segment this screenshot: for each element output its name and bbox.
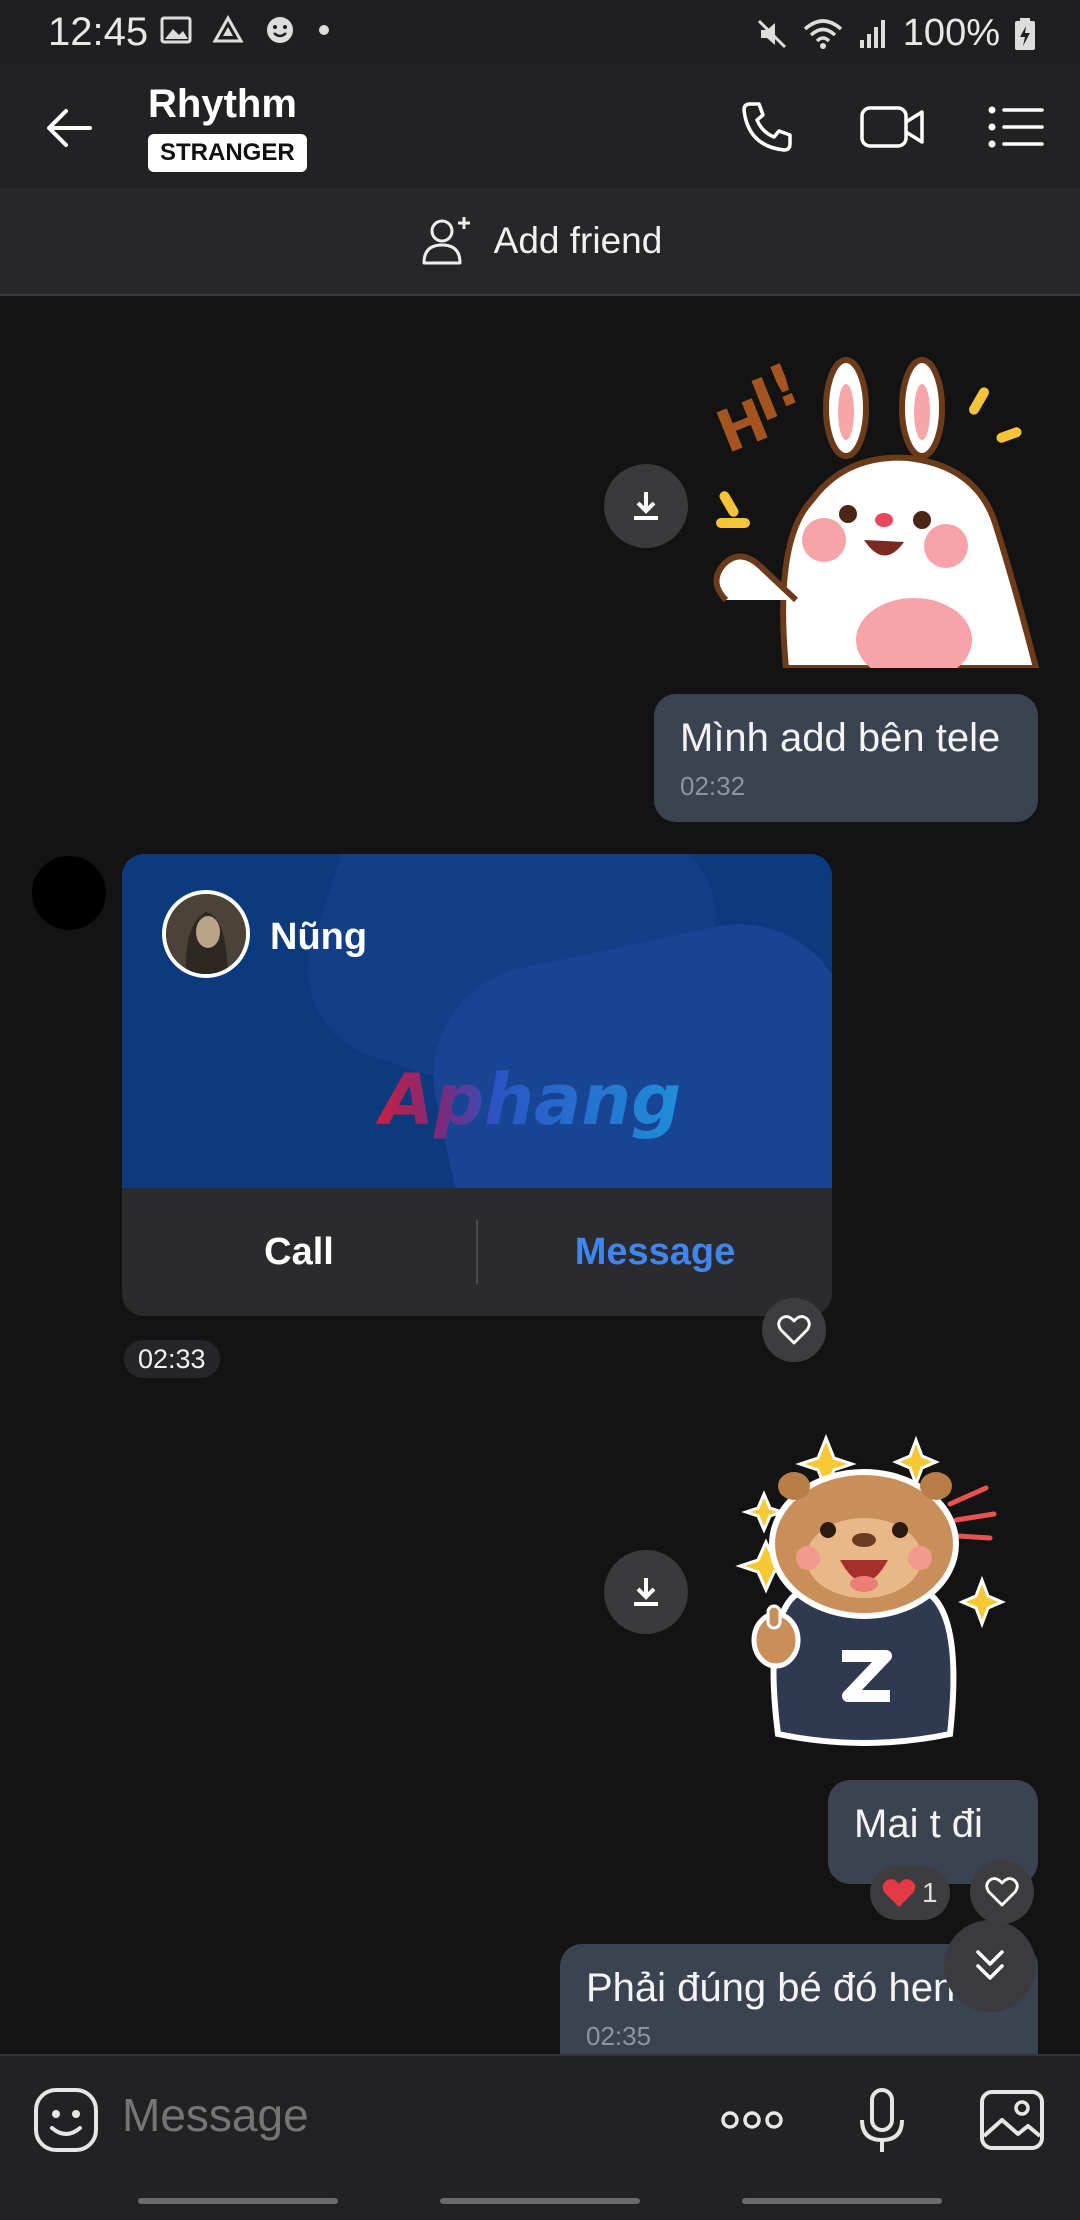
download-icon bbox=[634, 492, 658, 520]
capybara-sticker[interactable] bbox=[724, 1434, 1006, 1748]
status-time: 12:45 bbox=[48, 10, 149, 54]
contact-name[interactable]: Rhythm bbox=[148, 82, 297, 127]
message-input[interactable] bbox=[122, 2088, 682, 2142]
message-time: 02:35 bbox=[586, 2021, 652, 2051]
react-button[interactable] bbox=[762, 1298, 826, 1362]
card-contact-name: Nũng bbox=[270, 916, 368, 958]
nav-gesture-bar bbox=[742, 2198, 942, 2204]
chat-header: Rhythm STRANGER bbox=[0, 64, 1080, 188]
download-sticker-button[interactable] bbox=[604, 1550, 688, 1634]
list-menu-icon bbox=[988, 106, 1044, 148]
video-camera-icon bbox=[860, 106, 924, 148]
hi-rabbit-sticker[interactable]: HI! bbox=[696, 350, 1040, 668]
reaction-badge[interactable]: 1 bbox=[870, 1866, 950, 1920]
image-icon bbox=[980, 2090, 1044, 2150]
signal-icon bbox=[859, 19, 885, 48]
scroll-to-bottom-button[interactable] bbox=[944, 1920, 1036, 2012]
face-icon bbox=[267, 17, 293, 43]
contact-card-actions: Call Message bbox=[122, 1188, 832, 1316]
reaction-count: 1 bbox=[922, 1877, 938, 1908]
video-call-button[interactable] bbox=[858, 94, 924, 160]
dot-icon bbox=[319, 25, 329, 35]
message-text: Mình add bên tele bbox=[680, 716, 1001, 760]
message-text: Mai t đi bbox=[854, 1802, 983, 1846]
nav-gesture-bar bbox=[440, 2198, 640, 2204]
back-button[interactable] bbox=[40, 98, 100, 158]
more-dots-icon bbox=[721, 2111, 783, 2129]
voice-call-button[interactable] bbox=[734, 94, 800, 160]
aphang-logo: Aphang bbox=[375, 1059, 681, 1141]
download-sticker-button[interactable] bbox=[604, 464, 688, 548]
heart-outline-icon bbox=[777, 1315, 811, 1345]
add-friend-bar[interactable]: Add friend bbox=[0, 188, 1080, 296]
double-chevron-down-icon bbox=[976, 1950, 1004, 1980]
mute-icon bbox=[757, 19, 786, 48]
nav-gesture-bar bbox=[138, 2198, 338, 2204]
gallery-icon bbox=[160, 16, 192, 44]
voice-message-button[interactable] bbox=[846, 2084, 918, 2156]
microphone-icon bbox=[860, 2088, 904, 2152]
emoji-sticker-button[interactable] bbox=[30, 2084, 102, 2156]
wifi-icon bbox=[803, 18, 842, 49]
stranger-badge: STRANGER bbox=[148, 134, 307, 172]
arrow-left-icon bbox=[47, 109, 92, 147]
message-list[interactable]: H I! Mình add bên tele 02:32 Nũng Aphang… bbox=[0, 298, 1080, 2054]
battery-percent: 100% bbox=[902, 12, 1000, 54]
more-options-button[interactable] bbox=[716, 2084, 788, 2156]
gallery-button[interactable] bbox=[976, 2084, 1048, 2156]
card-message-button[interactable]: Message bbox=[478, 1231, 832, 1274]
card-time: 02:33 bbox=[124, 1340, 220, 1378]
sender-avatar[interactable] bbox=[32, 856, 106, 930]
contact-card-banner: Nũng Aphang bbox=[122, 854, 832, 1188]
card-contact-avatar bbox=[162, 890, 250, 978]
sticker-face-icon bbox=[34, 2088, 98, 2152]
status-bar: 12:45 100% bbox=[0, 0, 1080, 64]
message-time: 02:32 bbox=[680, 771, 746, 801]
phone-icon bbox=[742, 102, 792, 152]
outgoing-message[interactable]: Mình add bên tele 02:32 bbox=[654, 694, 1038, 822]
card-call-button[interactable]: Call bbox=[122, 1231, 476, 1274]
add-user-icon bbox=[422, 217, 470, 265]
contact-card[interactable]: Nũng Aphang Call Message bbox=[122, 854, 832, 1316]
status-notifications bbox=[160, 14, 332, 46]
react-button[interactable] bbox=[970, 1860, 1034, 1924]
status-right: 100% bbox=[755, 12, 1036, 55]
battery-icon bbox=[1015, 17, 1035, 50]
message-input-bar bbox=[0, 2054, 1080, 2220]
red-heart-icon bbox=[882, 1879, 916, 1907]
download-icon bbox=[634, 1578, 658, 1606]
add-friend-label: Add friend bbox=[493, 220, 663, 261]
svg-text:Aphang: Aphang bbox=[375, 1059, 681, 1141]
drive-icon bbox=[212, 14, 244, 43]
menu-button[interactable] bbox=[982, 94, 1048, 160]
heart-outline-icon bbox=[985, 1877, 1019, 1907]
